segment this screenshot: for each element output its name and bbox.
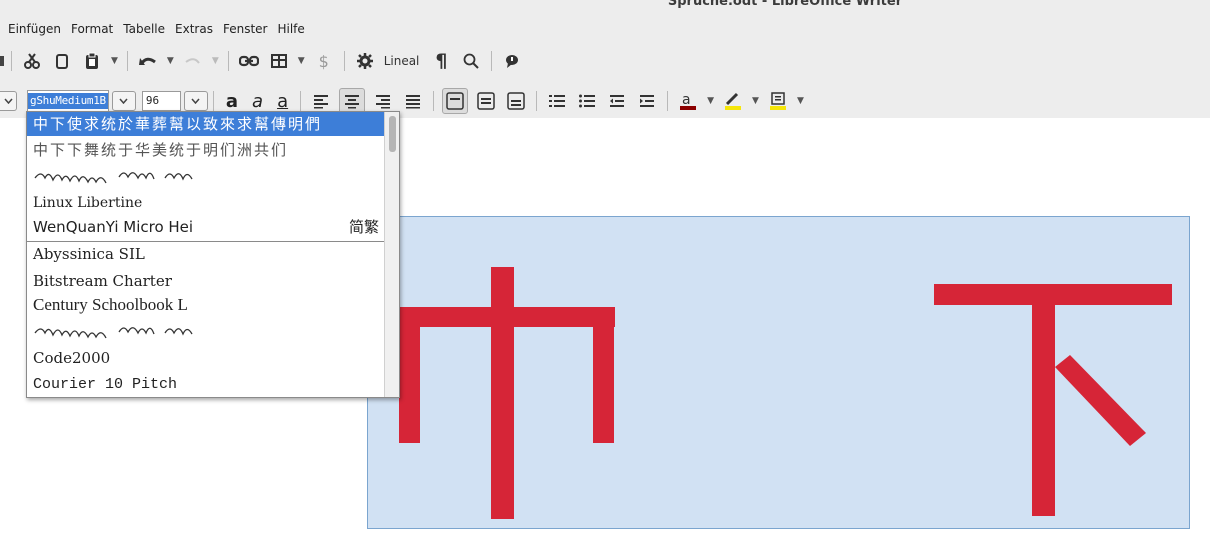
separator (536, 91, 538, 111)
search-icon[interactable] (459, 49, 483, 73)
font-size-field[interactable]: 96 (141, 91, 181, 111)
separator (667, 91, 669, 111)
menu-insert[interactable]: Einfügen (4, 20, 65, 40)
ruler-label[interactable]: Lineal (384, 54, 420, 68)
scrollbar-thumb[interactable] (389, 116, 396, 152)
font-option[interactable]: 中下使求统於華葬幫以致來求幫傳明們 (27, 112, 385, 136)
align-bottom-icon[interactable] (504, 89, 528, 113)
font-name-dropdown-button[interactable] (111, 91, 136, 111)
font-option[interactable]: WenQuanYi Micro Hei 简繁 (27, 215, 385, 239)
separator (212, 91, 214, 111)
menu-tools[interactable]: Extras (171, 20, 217, 40)
bold-button[interactable]: a (226, 91, 238, 112)
italic-button[interactable]: a (252, 91, 263, 112)
separator (300, 91, 302, 111)
decrease-indent-icon[interactable] (605, 89, 629, 113)
numbered-list-icon[interactable] (545, 89, 569, 113)
font-option[interactable]: 中下下舞统于华美统于明们洲共们 (27, 138, 385, 162)
svg-text:a: a (682, 92, 691, 108)
undo-dropdown-icon[interactable]: ▼ (167, 56, 174, 66)
menu-table[interactable]: Tabelle (119, 20, 169, 40)
underline-button[interactable]: a (277, 91, 288, 112)
font-color-icon[interactable]: a (676, 89, 700, 113)
font-name-field[interactable]: gShuMedium1B (27, 90, 109, 112)
background-color-dropdown-icon[interactable]: ▼ (797, 96, 804, 106)
menubar: Einfügen Format Tabelle Extras Fenster H… (0, 20, 311, 40)
table-icon[interactable] (267, 49, 291, 73)
copy-icon[interactable] (50, 49, 74, 73)
font-option[interactable]: Abyssinica SIL (27, 242, 385, 266)
font-color-dropdown-icon[interactable]: ▼ (707, 96, 714, 106)
paste-dropdown-icon[interactable]: ▼ (111, 56, 118, 66)
font-name-dropdown-list[interactable]: 中下使求统於華葬幫以致來求幫傳明們 中下下舞统于华美统于明们洲共们 Linux … (26, 111, 400, 398)
standard-toolbar: ▼ ▼ ▼ ▼ $ Lineal ¶ (0, 47, 527, 75)
dropdown-scrollbar[interactable] (384, 112, 399, 397)
menu-window[interactable]: Fenster (219, 20, 272, 40)
font-size-dropdown-button[interactable] (183, 91, 208, 111)
separator (126, 51, 128, 71)
align-right-icon[interactable] (371, 89, 395, 113)
chevron-down-icon (119, 98, 128, 104)
separator (343, 51, 345, 71)
increase-indent-icon[interactable] (635, 89, 659, 113)
window-chrome: Sprüche.odt - LibreOffice Writer Einfüge… (0, 0, 1210, 118)
gear-icon[interactable] (353, 49, 377, 73)
char-xia (934, 284, 1172, 516)
menu-help[interactable]: Hilfe (273, 20, 308, 40)
justify-icon[interactable] (401, 89, 425, 113)
font-option[interactable]: Courier 10 Pitch (27, 373, 385, 397)
bullet-list-icon[interactable] (575, 89, 599, 113)
style-dropdown-button[interactable] (0, 91, 17, 111)
redo-dropdown-icon[interactable]: ▼ (212, 56, 219, 66)
font-option[interactable]: Code2000 (27, 346, 385, 370)
document-text (399, 267, 1172, 519)
track-changes-icon[interactable]: $ (312, 49, 336, 73)
separator (491, 51, 493, 71)
pilcrow-icon[interactable]: ¶ (429, 49, 453, 73)
save-icon[interactable] (0, 49, 6, 73)
align-left-icon[interactable] (309, 89, 333, 113)
window-title: Sprüche.odt - LibreOffice Writer (667, 0, 903, 9)
font-option[interactable] (27, 164, 385, 188)
chevron-down-icon (191, 98, 200, 104)
cut-icon[interactable] (20, 49, 44, 73)
table-dropdown-icon[interactable]: ▼ (298, 56, 305, 66)
redo-icon[interactable] (181, 49, 205, 73)
comment-icon[interactable] (500, 49, 524, 73)
highlight-dropdown-icon[interactable]: ▼ (752, 96, 759, 106)
font-option-label: WenQuanYi Micro Hei (33, 218, 194, 236)
align-middle-icon[interactable] (474, 89, 498, 113)
font-name-value[interactable]: gShuMedium1B (28, 93, 108, 109)
font-option[interactable] (27, 319, 385, 343)
char-zhong (399, 267, 615, 519)
font-option[interactable]: Bitstream Charter (27, 269, 385, 293)
separator (11, 51, 12, 71)
align-top-icon[interactable] (442, 88, 469, 114)
menu-format[interactable]: Format (67, 20, 117, 40)
text-frame[interactable] (367, 216, 1190, 529)
background-color-icon[interactable] (766, 89, 790, 113)
font-option[interactable]: Century Schoolbook L (27, 293, 385, 317)
separator (227, 51, 229, 71)
script-tag: 简繁 (348, 218, 379, 236)
hyperlink-icon[interactable] (237, 49, 261, 73)
calligraphy-font-preview (34, 327, 193, 339)
undo-icon[interactable] (136, 49, 160, 73)
highlight-icon[interactable] (721, 89, 745, 113)
font-option[interactable]: Linux Libertine (27, 191, 385, 215)
separator (433, 91, 435, 111)
paste-icon[interactable] (80, 49, 104, 73)
calligraphy-font-preview (34, 172, 193, 184)
